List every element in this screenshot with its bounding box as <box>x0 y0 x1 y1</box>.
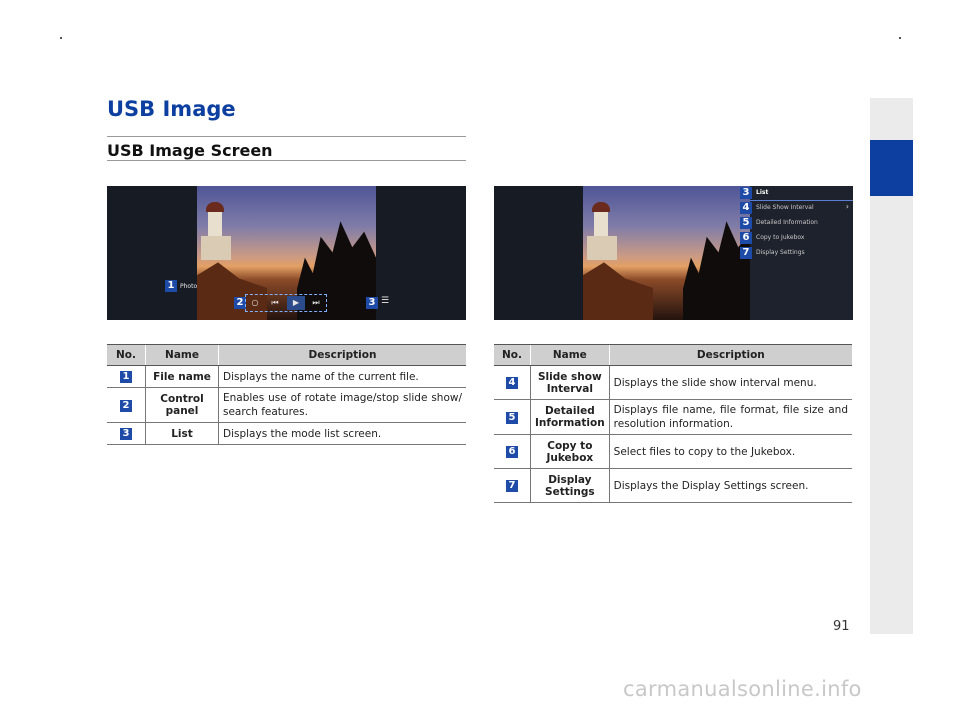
number-badge: 5 <box>506 411 518 424</box>
column-header: Name <box>145 344 219 366</box>
next-icon[interactable]: ⏭ <box>307 296 325 310</box>
number-badge: 6 <box>506 446 518 458</box>
column-header: Description <box>218 344 466 366</box>
previous-icon[interactable]: ⏮ <box>266 296 284 310</box>
rotate-icon[interactable]: ○ <box>246 296 264 310</box>
table-row: 5 Detailed Information Displays file nam… <box>494 399 852 435</box>
table-row: 6 Copy to Jukebox Select files to copy t… <box>494 434 852 469</box>
usb-image-screenshot: 1 Photo 2 ○ ⏮ ▶ ⏭ 3 ☰ <box>107 186 466 320</box>
table-row: 1 File name Displays the name of the cur… <box>107 365 466 388</box>
corner-mark <box>899 37 901 39</box>
column-header: Name <box>530 344 610 366</box>
menu-panel: List Slide Show Interval › Detailed Info… <box>750 186 853 320</box>
menu-item-display-settings[interactable]: Display Settings <box>756 246 846 260</box>
item-description: Select files to copy to the Jukebox. <box>609 434 852 469</box>
play-icon[interactable]: ▶ <box>287 296 305 310</box>
table-row: 2 Control panel Enables use of rotate im… <box>107 387 466 423</box>
number-badge: 1 <box>120 371 132 383</box>
table-row: 4 Slide show Interval Displays the slide… <box>494 365 852 400</box>
callout-badge: 7 <box>740 247 752 259</box>
menu-item-detailed-information[interactable]: Detailed Information <box>756 216 846 230</box>
watermark: carmanualsonline.info <box>623 677 862 701</box>
photo-label: Photo <box>180 283 198 290</box>
divider <box>107 160 466 161</box>
usb-image-menu-screenshot: List Slide Show Interval › Detailed Info… <box>494 186 853 320</box>
item-description: Enables use of rotate image/stop slide s… <box>218 387 466 423</box>
item-name: Slide show Interval <box>530 365 610 400</box>
number-badge: 2 <box>120 399 132 412</box>
item-name: Control panel <box>145 387 219 423</box>
page-number: 91 <box>833 619 850 634</box>
table-header-row: No. Name Description <box>107 344 466 366</box>
menu-item-slide-show-interval[interactable]: Slide Show Interval <box>756 201 846 215</box>
list-icon[interactable]: ☰ <box>381 296 389 306</box>
section-title: USB Image Screen <box>107 141 273 160</box>
lighthouse-photo <box>583 186 762 320</box>
callout-badge: 3 <box>366 297 378 309</box>
number-badge: 7 <box>506 480 518 492</box>
item-name: Copy to Jukebox <box>530 434 610 469</box>
callout-badge: 5 <box>740 217 752 229</box>
number-badge: 4 <box>506 377 518 389</box>
callout-badge: 4 <box>740 202 752 214</box>
chapter-tab-marker <box>870 140 913 196</box>
number-badge: 3 <box>120 428 132 440</box>
item-description: Displays the mode list screen. <box>218 422 466 445</box>
menu-item-copy-to-jukebox[interactable]: Copy to Jukebox <box>756 231 846 245</box>
item-description: Displays the name of the current file. <box>218 365 466 388</box>
description-table-left: No. Name Description 1 File name Display… <box>107 344 466 445</box>
callout-badge: 3 <box>740 187 752 199</box>
column-header: Description <box>608 344 852 366</box>
control-panel: ○ ⏮ ▶ ⏭ <box>245 294 327 312</box>
item-name: File name <box>145 365 219 388</box>
chevron-right-icon: › <box>845 202 849 211</box>
corner-mark <box>60 37 62 39</box>
callout-badge: 6 <box>740 232 752 244</box>
table-row: 7 Display Settings Displays the Display … <box>494 468 852 503</box>
divider <box>107 136 466 137</box>
table-header-row: No. Name Description <box>494 344 852 366</box>
description-table-right: No. Name Description 4 Slide show Interv… <box>494 344 852 503</box>
item-description: Displays the slide show interval menu. <box>609 365 852 400</box>
table-row: 3 List Displays the mode list screen. <box>107 422 466 445</box>
item-name: Detailed Information <box>530 399 610 435</box>
callout-badge: 1 <box>165 280 177 292</box>
column-header: No. <box>494 344 531 366</box>
menu-item-list[interactable]: List <box>756 186 846 200</box>
page-title: USB Image <box>107 97 236 121</box>
column-header: No. <box>107 344 146 366</box>
item-description: Displays the Display Settings screen. <box>609 468 852 503</box>
item-name: Display Settings <box>530 468 610 503</box>
item-name: List <box>145 422 219 445</box>
item-description: Displays file name, file format, file si… <box>609 399 852 435</box>
